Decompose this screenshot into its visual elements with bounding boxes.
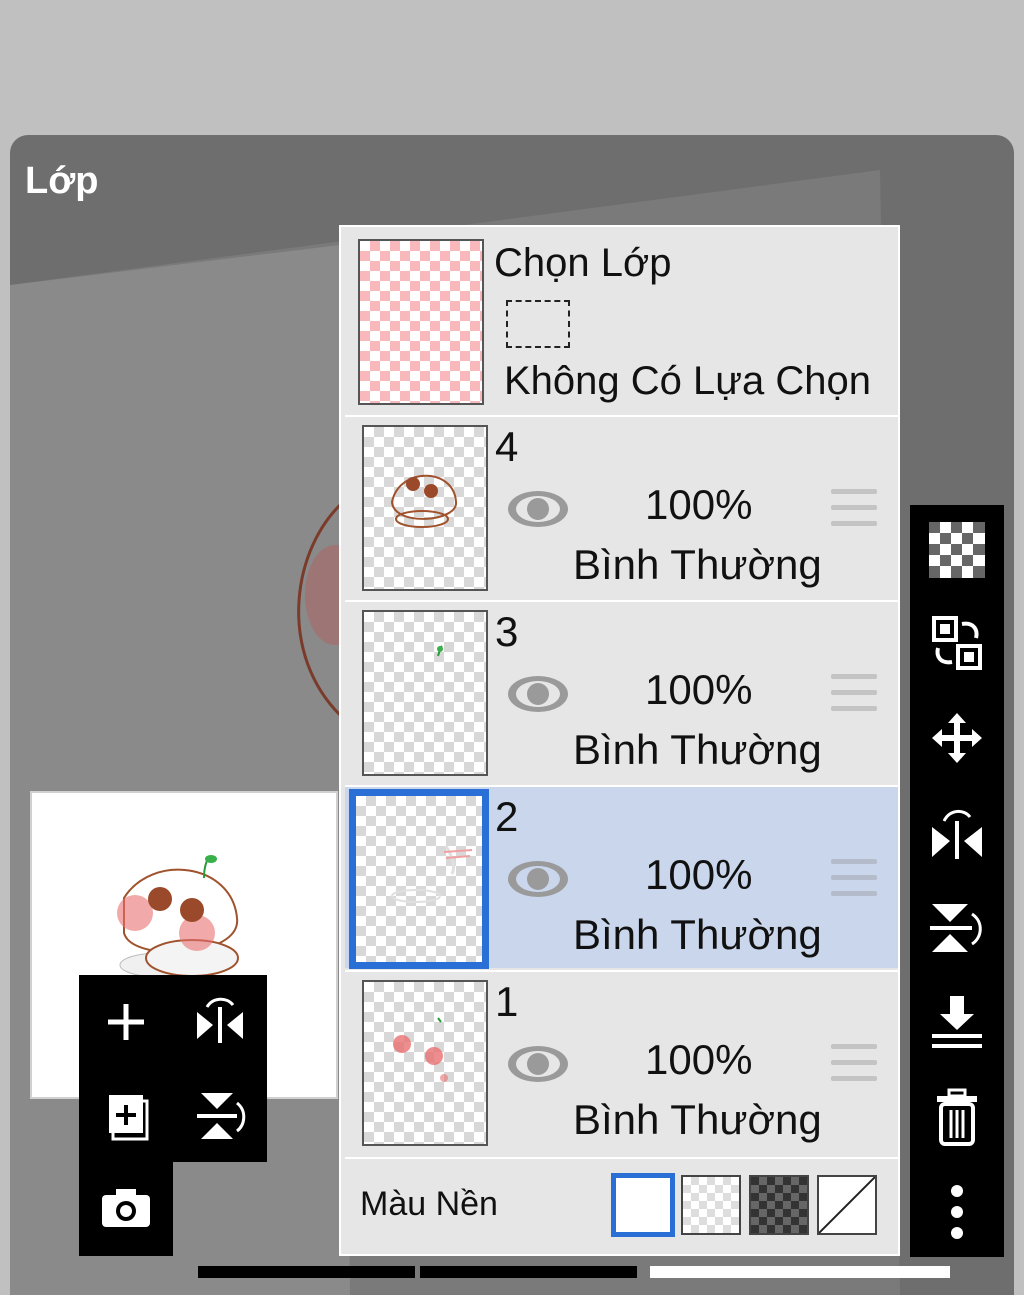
left-toolbar-lower (79, 1160, 173, 1256)
layer-opacity[interactable]: 100% (645, 481, 752, 529)
drag-handle-icon[interactable] (831, 859, 877, 899)
background-dark-swatch[interactable] (749, 1175, 809, 1235)
visibility-eye-icon[interactable] (505, 1042, 571, 1086)
layer-row-4[interactable]: 4 100% Bình Thường (345, 415, 898, 598)
layer-blend-mode[interactable]: Bình Thường (573, 911, 822, 959)
selection-layer-thumbnail (358, 239, 484, 405)
more-icon[interactable] (922, 1177, 992, 1247)
visibility-eye-icon[interactable] (505, 487, 571, 531)
flip-vertical-icon[interactable] (922, 893, 992, 963)
left-toolbar (79, 975, 267, 1162)
merge-down-icon[interactable] (922, 987, 992, 1057)
layer-blend-mode[interactable]: Bình Thường (573, 726, 822, 774)
layer-row-1[interactable]: 1 100% Bình Thường (345, 970, 898, 1153)
top-bar (0, 0, 1024, 135)
background-color-row: Màu Nền (345, 1157, 898, 1254)
layer-number: 1 (495, 978, 519, 1025)
background-color-label: Màu Nền (360, 1185, 498, 1223)
layer-row-2[interactable]: 2 100% Bình Thường (345, 785, 898, 969)
visibility-eye-icon[interactable] (505, 672, 571, 716)
selection-marquee-icon (506, 300, 570, 348)
camera-icon[interactable] (91, 1172, 161, 1242)
layer-thumbnail (349, 789, 489, 969)
layer-blend-mode[interactable]: Bình Thường (573, 1096, 822, 1144)
background-white-swatch[interactable] (611, 1173, 675, 1237)
layer-number: 2 (495, 793, 519, 840)
add-copy-icon[interactable] (91, 1081, 161, 1151)
layer-thumbnail (362, 425, 488, 591)
layer-blend-mode[interactable]: Bình Thường (573, 541, 822, 589)
add-layer-icon[interactable] (91, 987, 161, 1057)
drag-handle-icon[interactable] (831, 1044, 877, 1084)
panel-title: Lớp (25, 160, 99, 202)
layer-row-3[interactable]: 3 100% Bình Thường (345, 600, 898, 783)
layer-number: 4 (495, 423, 519, 470)
layer-opacity[interactable]: 100% (645, 666, 752, 714)
bottom-bar-middle (420, 1266, 637, 1278)
selection-layer[interactable]: Chọn Lớp Không Có Lựa Chọn (341, 227, 898, 415)
background-none-swatch[interactable] (817, 1175, 877, 1235)
move-icon[interactable] (922, 703, 992, 773)
swap-icon[interactable] (922, 608, 992, 678)
flip-horizontal-icon[interactable] (922, 798, 992, 868)
flip-horizontal-icon[interactable] (185, 987, 255, 1057)
background-transparent-swatch[interactable] (681, 1175, 741, 1235)
layer-thumbnail (362, 610, 488, 776)
drag-handle-icon[interactable] (831, 489, 877, 529)
selection-layer-subtitle: Không Có Lựa Chọn (504, 359, 872, 403)
transparency-icon[interactable] (922, 515, 992, 585)
flip-vertical-icon[interactable] (185, 1081, 255, 1151)
layer-number: 3 (495, 608, 519, 655)
selection-layer-title: Chọn Lớp (494, 241, 672, 285)
trash-icon[interactable] (922, 1082, 992, 1152)
layer-opacity[interactable]: 100% (645, 1036, 752, 1084)
visibility-eye-icon[interactable] (505, 857, 571, 901)
bottom-bar-right (650, 1266, 950, 1278)
layer-opacity[interactable]: 100% (645, 851, 752, 899)
layer-list: Chọn Lớp Không Có Lựa Chọn 4 100% Bình T… (339, 225, 900, 1256)
layer-thumbnail (362, 980, 488, 1146)
drag-handle-icon[interactable] (831, 674, 877, 714)
right-toolbar (910, 505, 1004, 1257)
bottom-bar-left (198, 1266, 415, 1278)
